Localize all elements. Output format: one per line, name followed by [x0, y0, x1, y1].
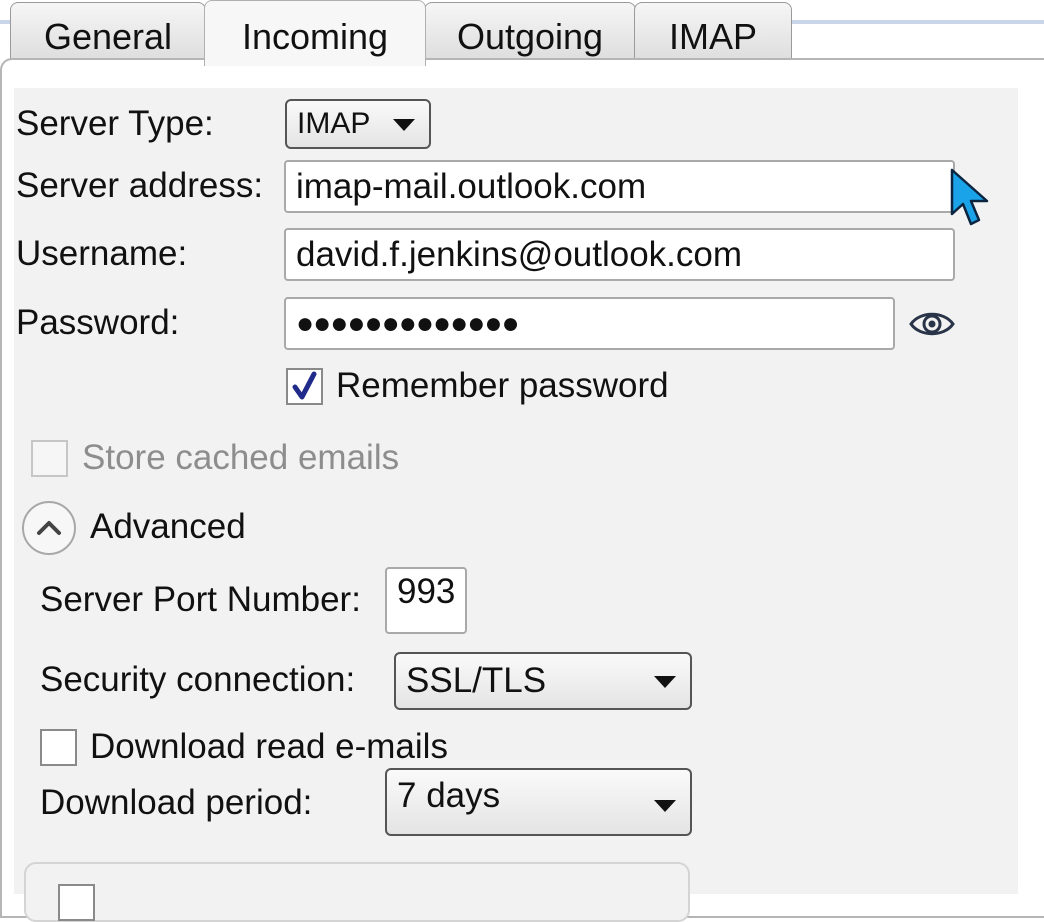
advanced-label: Advanced	[90, 507, 246, 546]
tab-incoming[interactable]: Incoming	[204, 0, 426, 66]
server-address-value: imap-mail.outlook.com	[296, 166, 647, 206]
advanced-toggle-button[interactable]	[21, 500, 77, 556]
tab-label: Incoming	[241, 15, 389, 57]
chevron-down-icon	[393, 119, 415, 131]
server-type-label: Server Type:	[16, 104, 214, 143]
tab-label: IMAP	[668, 15, 757, 57]
checkmark-icon	[292, 371, 317, 400]
server-type-value: IMAP	[297, 107, 371, 140]
tab-outgoing[interactable]: Outgoing	[424, 2, 636, 64]
download-read-emails-label: Download read e-mails	[90, 727, 448, 766]
server-port-value: 993	[397, 572, 456, 611]
store-cached-emails-label: Store cached emails	[82, 438, 400, 477]
tab-general[interactable]: General	[10, 2, 206, 64]
security-connection-value: SSL/TLS	[406, 661, 547, 700]
password-label: Password:	[16, 303, 180, 342]
download-read-emails-checkbox[interactable]	[40, 729, 77, 766]
download-period-dropdown[interactable]: 7 days	[385, 768, 692, 836]
tab-label: General	[43, 15, 173, 57]
download-period-value: 7 days	[397, 776, 501, 815]
chevron-up-icon	[22, 501, 76, 555]
username-value: david.f.jenkins@outlook.com	[296, 234, 743, 274]
server-address-field[interactable]: imap-mail.outlook.com	[284, 160, 955, 213]
download-period-label: Download period:	[40, 783, 313, 822]
server-type-dropdown[interactable]: IMAP	[285, 99, 431, 149]
chevron-down-icon	[654, 800, 676, 812]
server-port-field[interactable]: 993	[385, 567, 467, 634]
group-checkbox[interactable]	[58, 884, 95, 921]
options-group-box	[24, 862, 690, 922]
remember-password-label: Remember password	[336, 366, 669, 405]
username-label: Username:	[16, 234, 188, 273]
security-connection-label: Security connection:	[40, 660, 356, 699]
chevron-down-icon	[654, 676, 676, 688]
tab-label: Outgoing	[456, 15, 604, 57]
username-field[interactable]: david.f.jenkins@outlook.com	[284, 228, 955, 281]
password-field[interactable]: ●●●●●●●●●●●●●	[284, 297, 895, 350]
store-cached-emails-checkbox[interactable]	[31, 440, 68, 477]
remember-password-checkbox[interactable]	[286, 368, 323, 405]
password-value: ●●●●●●●●●●●●●	[296, 306, 520, 340]
server-address-label: Server address:	[16, 166, 264, 205]
security-connection-dropdown[interactable]: SSL/TLS	[394, 652, 692, 710]
mouse-pointer-icon	[950, 168, 992, 228]
server-port-label: Server Port Number:	[40, 580, 361, 619]
tab-imap[interactable]: IMAP	[634, 2, 792, 64]
eye-icon[interactable]	[908, 304, 956, 344]
